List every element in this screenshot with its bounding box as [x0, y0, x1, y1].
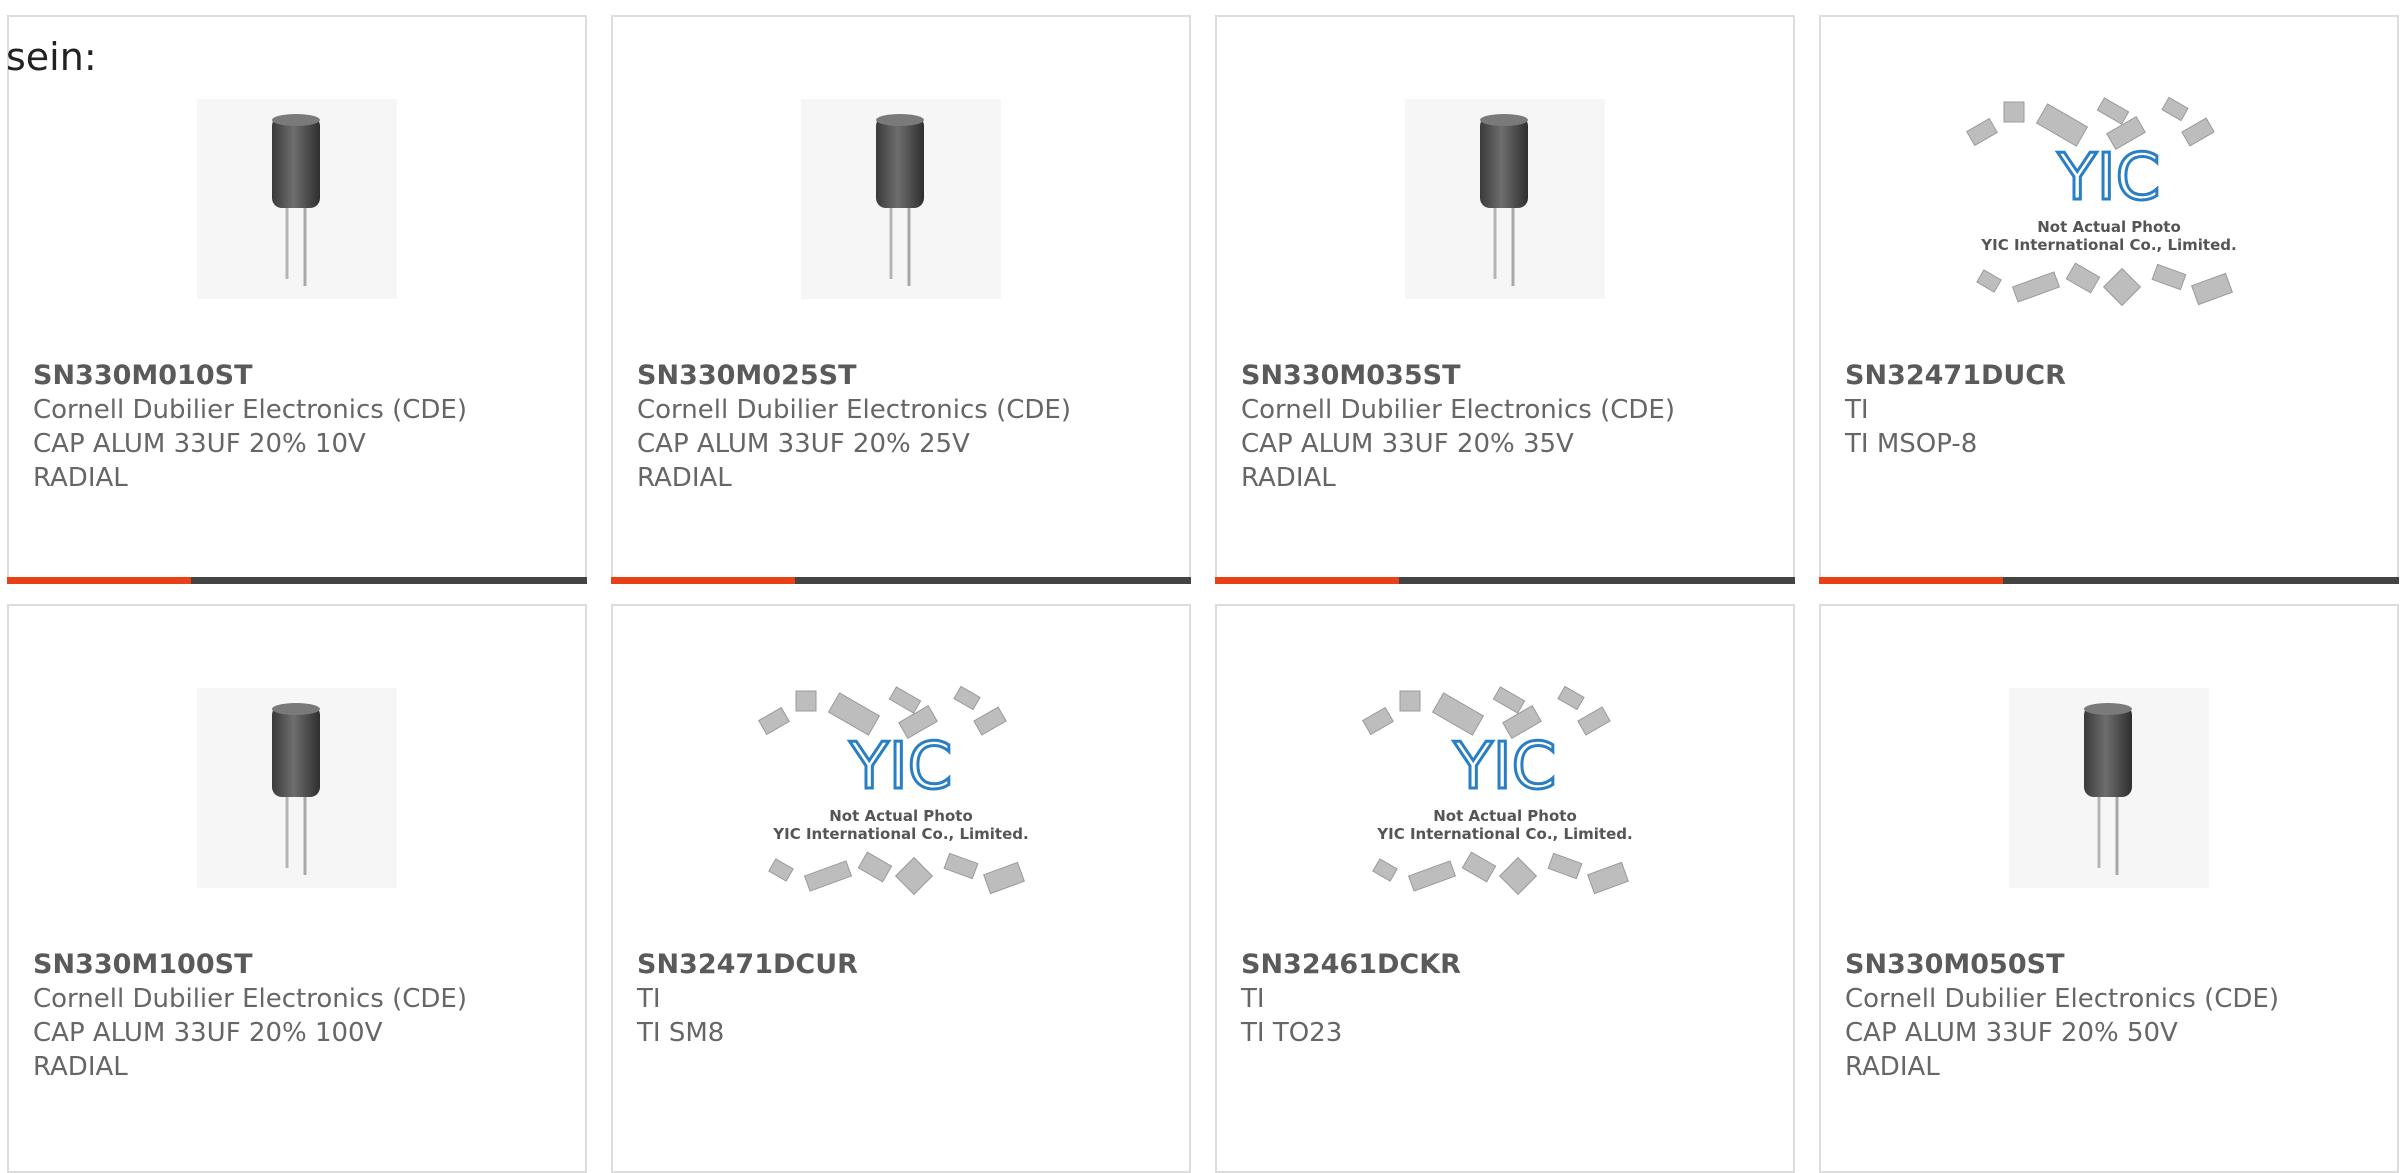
- manufacturer: Cornell Dubilier Electronics (CDE): [1845, 984, 2279, 1014]
- part-number[interactable]: SN330M035ST: [1241, 359, 1777, 393]
- product-card[interactable]: SN330M010ST Cornell Dubilier Electronics…: [7, 15, 587, 584]
- card-bar: [1215, 577, 1795, 584]
- description: TI MSOP-8: [1845, 429, 1978, 459]
- placeholder-line2: YIC International Co., Limited.: [1376, 825, 1632, 843]
- card-bar-accent: [7, 577, 191, 584]
- capacitor-icon: [2084, 703, 2132, 875]
- part-number[interactable]: SN330M025ST: [637, 359, 1173, 393]
- yic-logo: YIC: [2057, 141, 2161, 215]
- capacitor-image-bg: [197, 99, 397, 299]
- capacitor-image-bg: [1405, 99, 1605, 299]
- product-card[interactable]: SN330M025ST Cornell Dubilier Electronics…: [611, 15, 1191, 584]
- description: TI TO23: [1241, 1018, 1343, 1048]
- manufacturer: TI: [637, 984, 661, 1014]
- product-card[interactable]: SN330M035ST Cornell Dubilier Electronics…: [1215, 15, 1795, 584]
- part-number[interactable]: SN330M100ST: [33, 948, 569, 982]
- placeholder-line1: Not Actual Photo: [2037, 218, 2181, 236]
- product-image: [751, 89, 1051, 309]
- part-number[interactable]: SN330M010ST: [33, 359, 569, 393]
- package: RADIAL: [33, 463, 128, 493]
- manufacturer: Cornell Dubilier Electronics (CDE): [33, 395, 467, 425]
- description: CAP ALUM 33UF 20% 10V: [33, 429, 366, 459]
- product-info: SN330M025ST Cornell Dubilier Electronics…: [637, 359, 1173, 495]
- product-image: YIC Not Actual Photo YIC International Co.…: [1355, 678, 1655, 898]
- card-bar: [611, 577, 1191, 584]
- product-info: SN32471DCUR TI TI SM8: [637, 948, 1173, 1050]
- product-info: SN330M035ST Cornell Dubilier Electronics…: [1241, 359, 1777, 495]
- part-number[interactable]: SN32471DCUR: [637, 948, 1173, 982]
- card-bar: [1819, 577, 2399, 584]
- package: RADIAL: [33, 1052, 128, 1082]
- manufacturer: Cornell Dubilier Electronics (CDE): [1241, 395, 1675, 425]
- capacitor-image-bg: [197, 688, 397, 888]
- capacitor-icon: [876, 114, 924, 286]
- card-bar-accent: [1215, 577, 1399, 584]
- product-card[interactable]: YIC Not Actual Photo YIC International Co.…: [1819, 15, 2399, 584]
- card-bar-accent: [1819, 577, 2003, 584]
- package: RADIAL: [637, 463, 732, 493]
- capacitor-icon: [1480, 114, 1528, 286]
- product-card[interactable]: SN330M050ST Cornell Dubilier Electronics…: [1819, 604, 2399, 1173]
- part-number[interactable]: SN330M050ST: [1845, 948, 2381, 982]
- product-info: SN32461DCKR TI TI TO23: [1241, 948, 1777, 1050]
- part-number[interactable]: SN32461DCKR: [1241, 948, 1777, 982]
- manufacturer: TI: [1845, 395, 1869, 425]
- manufacturer: Cornell Dubilier Electronics (CDE): [33, 984, 467, 1014]
- product-info: SN330M010ST Cornell Dubilier Electronics…: [33, 359, 569, 495]
- package: RADIAL: [1241, 463, 1336, 493]
- description: TI SM8: [637, 1018, 725, 1048]
- package: RADIAL: [1845, 1052, 1940, 1082]
- product-image: [1355, 89, 1655, 309]
- placeholder-image: YIC Not Actual PhotoYIC International Co.…: [758, 685, 1029, 896]
- description: CAP ALUM 33UF 20% 25V: [637, 429, 970, 459]
- product-grid: SN330M010ST Cornell Dubilier Electronics…: [7, 15, 2399, 1173]
- placeholder-line1: Not Actual Photo: [1433, 807, 1577, 825]
- product-card[interactable]: YIC Not Actual Photo YIC International Co.…: [611, 604, 1191, 1173]
- yic-logo: YIC: [1453, 730, 1557, 804]
- manufacturer: Cornell Dubilier Electronics (CDE): [637, 395, 1071, 425]
- description: CAP ALUM 33UF 20% 50V: [1845, 1018, 2178, 1048]
- manufacturer: TI: [1241, 984, 1265, 1014]
- intro-text: sein:: [6, 35, 97, 79]
- card-bar-accent: [611, 577, 795, 584]
- capacitor-icon: [272, 703, 320, 875]
- capacitor-image-bg: [801, 99, 1001, 299]
- product-image: YIC Not Actual Photo YIC International Co.…: [1959, 89, 2259, 309]
- capacitor-icon: [272, 114, 320, 286]
- placeholder-line2: YIC International Co., Limited.: [1980, 236, 2236, 254]
- product-info: SN32471DUCR TI TI MSOP-8: [1845, 359, 2381, 461]
- part-number[interactable]: SN32471DUCR: [1845, 359, 2381, 393]
- product-image: [147, 678, 447, 898]
- description: CAP ALUM 33UF 20% 100V: [33, 1018, 383, 1048]
- yic-logo: YIC: [849, 730, 953, 804]
- product-card[interactable]: YIC Not Actual Photo YIC International Co.…: [1215, 604, 1795, 1173]
- product-card[interactable]: SN330M100ST Cornell Dubilier Electronics…: [7, 604, 587, 1173]
- product-image: [1959, 678, 2259, 898]
- card-bar: [7, 577, 587, 584]
- product-info: SN330M050ST Cornell Dubilier Electronics…: [1845, 948, 2381, 1084]
- capacitor-image-bg: [2009, 688, 2209, 888]
- placeholder-line2: YIC International Co., Limited.: [772, 825, 1028, 843]
- placeholder-line1: Not Actual Photo: [829, 807, 973, 825]
- placeholder-image: YIC Not Actual PhotoYIC International Co.…: [1966, 96, 2237, 307]
- description: CAP ALUM 33UF 20% 35V: [1241, 429, 1574, 459]
- product-image: YIC Not Actual Photo YIC International Co.…: [751, 678, 1051, 898]
- placeholder-image: YIC Not Actual PhotoYIC International Co.…: [1362, 685, 1633, 896]
- product-image: [147, 89, 447, 309]
- product-info: SN330M100ST Cornell Dubilier Electronics…: [33, 948, 569, 1084]
